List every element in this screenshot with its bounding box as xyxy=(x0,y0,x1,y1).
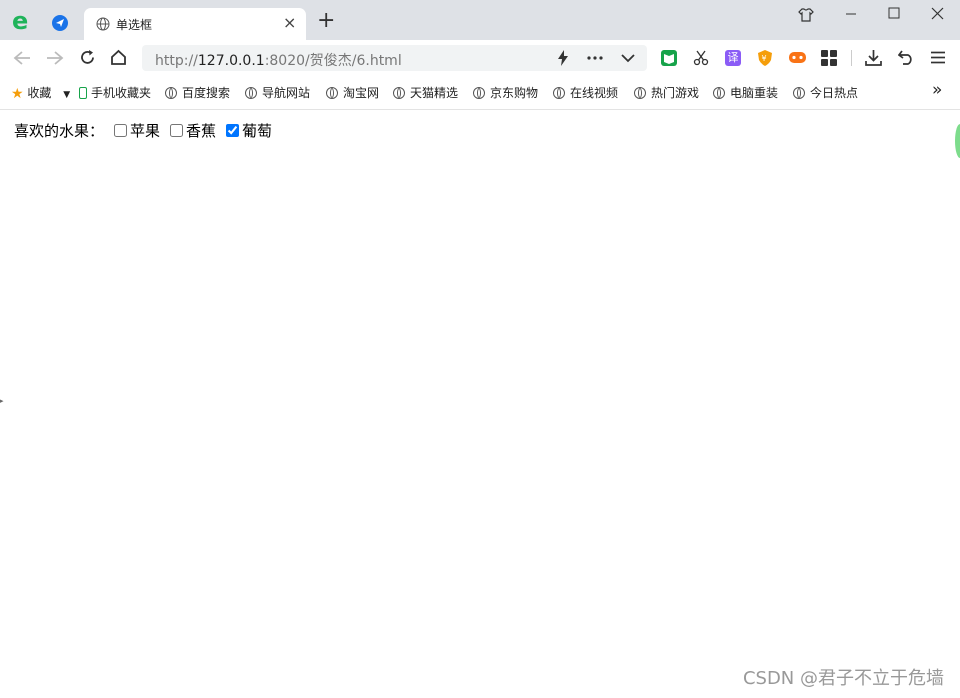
close-tab-icon[interactable]: × xyxy=(283,13,296,32)
bookmark-item[interactable]: 导航网站 xyxy=(245,84,310,101)
send-icon[interactable] xyxy=(51,14,69,32)
watermark: CSDN @君子不立于危墙 xyxy=(742,668,944,689)
forward-icon[interactable] xyxy=(46,50,64,66)
checkbox-grape[interactable] xyxy=(226,124,240,137)
bookmark-item[interactable]: 今日热点 xyxy=(793,84,858,101)
reload-icon[interactable] xyxy=(79,49,96,66)
bookmark-favorites[interactable]: ★ 收藏 ▼ xyxy=(11,84,70,102)
globe-icon xyxy=(713,87,725,99)
globe-icon xyxy=(165,87,177,99)
dropdown-arrow-icon[interactable]: ▼ xyxy=(63,90,70,100)
minimize-icon[interactable] xyxy=(845,7,857,19)
address-bar[interactable]: http://127.0.0.1:8020/贺俊杰/6.html xyxy=(142,45,647,71)
skin-icon[interactable] xyxy=(798,7,814,23)
globe-icon xyxy=(793,87,805,99)
page-content: 喜欢的水果： 苹果 香蕉 葡萄 ▸ CSDN @君子不立于危墙 xyxy=(0,110,960,698)
checkbox-banana[interactable] xyxy=(170,124,184,137)
globe-icon xyxy=(634,87,646,99)
chevron-down-icon[interactable] xyxy=(621,53,635,63)
toolbar-divider xyxy=(851,50,852,66)
url-text[interactable]: http://127.0.0.1:8020/贺俊杰/6.html xyxy=(155,50,402,70)
new-tab-button[interactable]: + xyxy=(317,8,335,33)
svg-text:e: e xyxy=(12,8,28,32)
side-expand-handle[interactable]: ▸ xyxy=(0,397,4,405)
browser-logo-icon: e xyxy=(12,8,28,32)
navigation-toolbar: http://127.0.0.1:8020/贺俊杰/6.html 译 ¥ xyxy=(0,40,960,76)
globe-icon xyxy=(553,87,565,99)
lightning-icon[interactable] xyxy=(556,50,570,66)
globe-icon xyxy=(96,17,110,31)
scissors-icon[interactable] xyxy=(693,50,709,66)
apps-grid-icon[interactable] xyxy=(821,50,837,66)
phone-icon xyxy=(79,87,87,99)
globe-icon xyxy=(393,87,405,99)
undo-icon[interactable] xyxy=(898,50,914,65)
bookmarks-overflow-button[interactable]: » xyxy=(932,80,942,100)
checkbox-apple[interactable] xyxy=(114,124,128,137)
more-icon[interactable] xyxy=(587,55,603,61)
close-window-icon[interactable] xyxy=(931,7,944,20)
bookmark-item[interactable]: 京东购物 xyxy=(473,84,538,101)
reader-extension-icon[interactable] xyxy=(661,50,677,66)
bookmark-item[interactable]: 在线视频 xyxy=(553,84,618,101)
tab-active[interactable]: 单选框 × xyxy=(84,8,306,40)
checkbox-label-banana: 香蕉 xyxy=(186,122,217,140)
bookmark-item[interactable]: 热门游戏 xyxy=(634,84,699,101)
side-widget-icon[interactable] xyxy=(955,124,960,158)
bookmark-item[interactable]: 电脑重装 xyxy=(713,84,778,101)
checkbox-label-grape: 葡萄 xyxy=(242,122,273,140)
tab-title: 单选框 xyxy=(116,18,153,32)
bookmark-item[interactable]: 天猫精选 xyxy=(393,84,458,101)
bookmark-item[interactable]: 手机收藏夹 xyxy=(79,84,151,101)
tab-bar: e 单选框 × + xyxy=(0,0,960,40)
maximize-icon[interactable] xyxy=(888,7,900,19)
form-label: 喜欢的水果： xyxy=(14,122,105,140)
home-icon[interactable] xyxy=(110,49,127,66)
shield-icon[interactable]: ¥ xyxy=(757,49,773,67)
globe-icon xyxy=(245,87,257,99)
browser-chrome: e 单选框 × + http://127.0.0.1:8020/贺俊杰/6.ht… xyxy=(0,0,960,110)
menu-icon[interactable] xyxy=(931,51,945,64)
download-icon[interactable] xyxy=(865,49,882,66)
checkbox-label-apple: 苹果 xyxy=(130,122,161,140)
star-icon: ★ xyxy=(11,86,24,102)
globe-icon xyxy=(473,87,485,99)
fruit-form: 喜欢的水果： 苹果 香蕉 葡萄 xyxy=(14,120,272,141)
back-icon[interactable] xyxy=(13,50,31,66)
translate-icon[interactable]: 译 xyxy=(725,50,741,66)
bookmark-item[interactable]: 百度搜索 xyxy=(165,84,230,101)
svg-text:¥: ¥ xyxy=(762,54,767,63)
gamepad-icon[interactable] xyxy=(789,51,806,65)
bookmarks-bar: ★ 收藏 ▼ 手机收藏夹 百度搜索 导航网站 淘宝网 天猫精选 京东购物 在线视… xyxy=(0,76,960,110)
globe-icon xyxy=(326,87,338,99)
bookmark-item[interactable]: 淘宝网 xyxy=(326,84,379,101)
